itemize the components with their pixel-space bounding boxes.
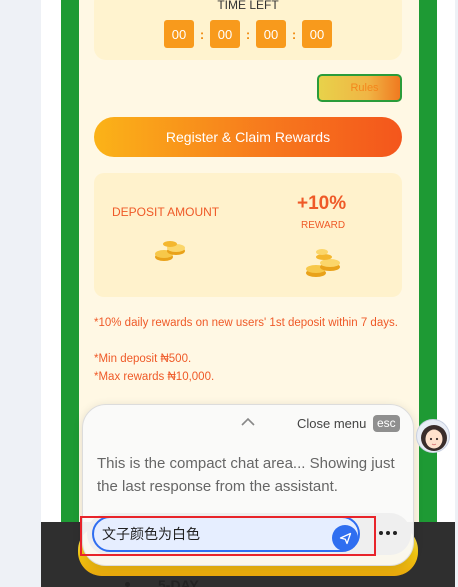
deposit-amount-label: DEPOSIT AMOUNT <box>112 205 220 219</box>
highlight-frame <box>80 516 376 556</box>
bullet-dot <box>125 582 130 587</box>
coins-icon <box>306 249 340 277</box>
day-label: 5-DAY <box>158 577 199 587</box>
timer-separator: : <box>291 26 297 42</box>
left-gutter <box>0 0 41 587</box>
timer-hours: 00 <box>210 20 240 48</box>
dot-icon <box>393 531 397 535</box>
time-left-label: TIME LEFT <box>217 0 279 12</box>
close-menu-label[interactable]: Close menu <box>297 416 366 431</box>
promo-note-3: *Max rewards ₦10,000. <box>94 371 215 383</box>
more-options-button[interactable] <box>379 529 397 537</box>
promo-note-1: *10% daily rewards on new users' 1st dep… <box>94 317 398 329</box>
deposit-reward-card: DEPOSIT AMOUNT +10% REWARD <box>94 173 402 297</box>
esc-key-badge: esc <box>373 415 400 432</box>
register-claim-button[interactable]: Register & Claim Rewards <box>94 117 402 157</box>
reward-label: REWARD <box>301 220 346 231</box>
dot-icon <box>386 531 390 535</box>
timer-days: 00 <box>164 20 194 48</box>
assistant-avatar[interactable] <box>416 419 450 453</box>
promo-note-2: *Min deposit ₦500. <box>94 353 192 365</box>
timer-seconds: 00 <box>302 20 332 48</box>
timer-minutes: 00 <box>256 20 286 48</box>
dot-icon <box>379 531 383 535</box>
chevron-up-icon[interactable] <box>241 417 255 427</box>
timer-separator: : <box>199 26 205 42</box>
rules-button[interactable]: Rules <box>317 74 402 102</box>
assistant-message: This is the compact chat area... Showing… <box>97 455 395 495</box>
coins-icon <box>155 241 185 261</box>
reward-percent: +10% <box>297 193 347 214</box>
timer-separator: : <box>245 26 251 42</box>
countdown-timer: 00 : 00 : 00 : 00 <box>164 20 332 48</box>
